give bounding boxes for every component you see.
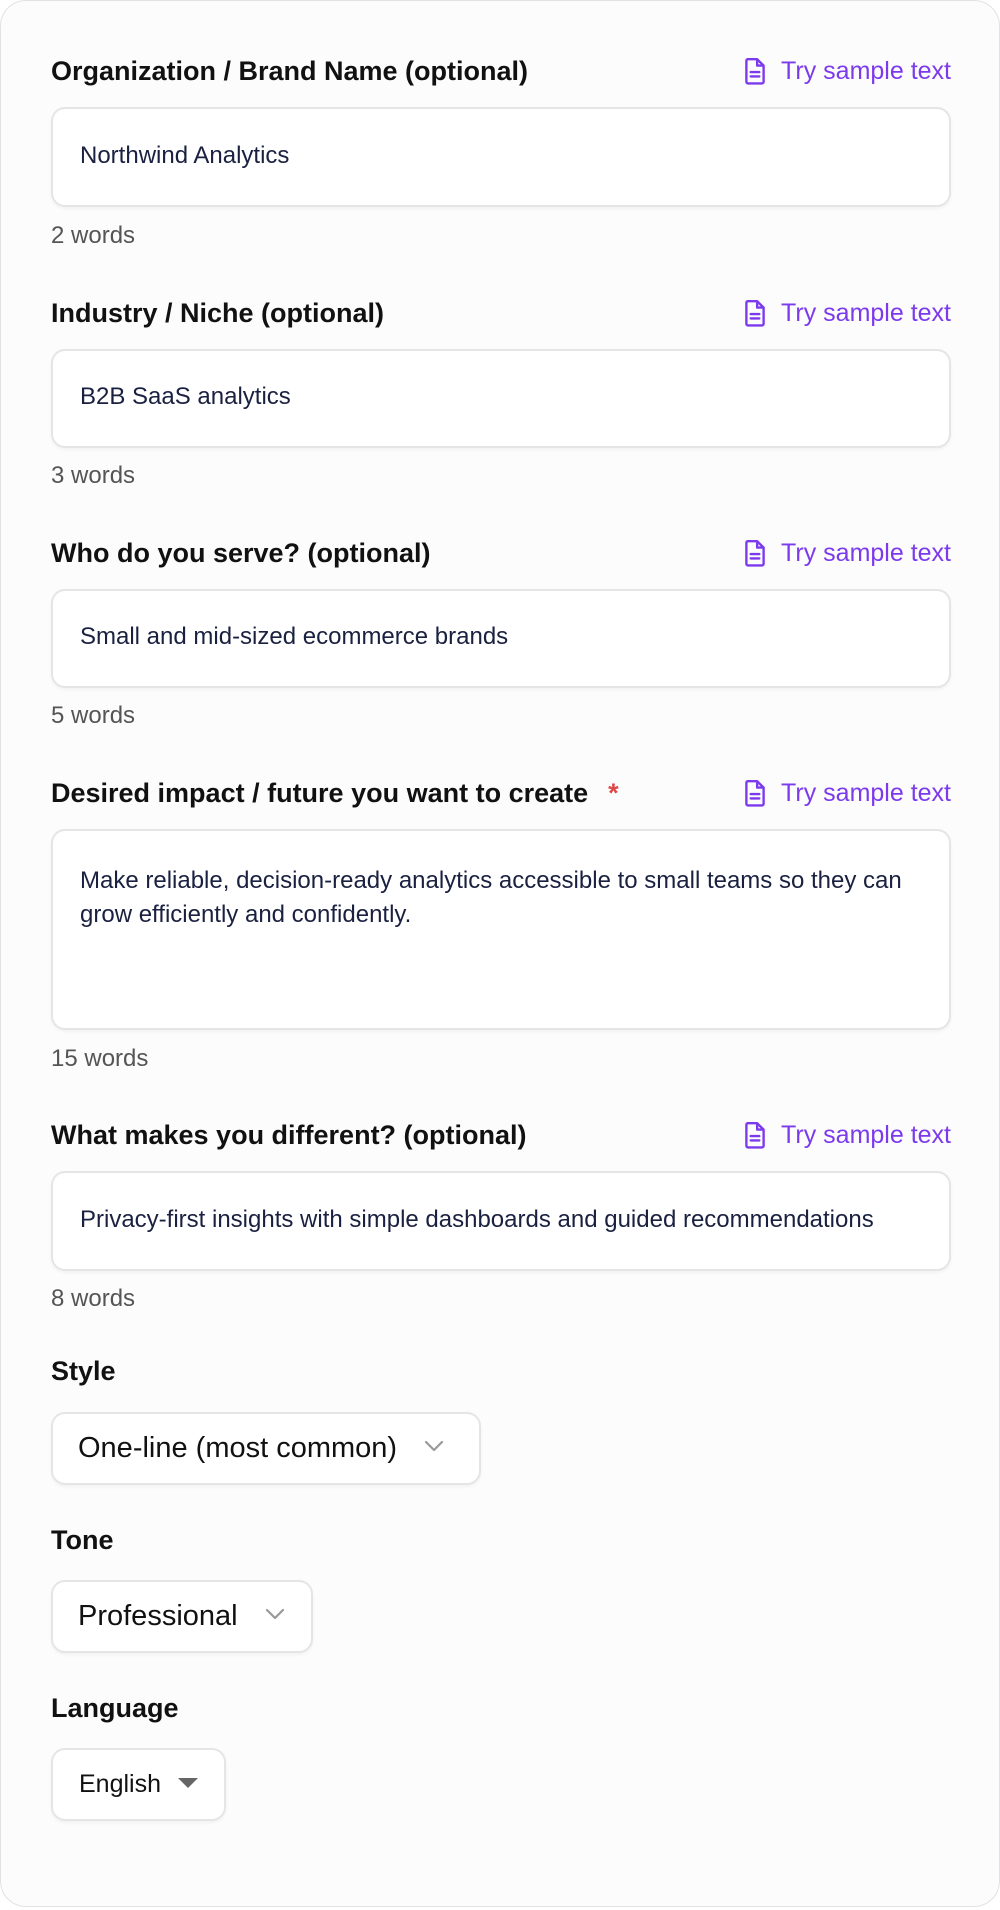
differentiator-word-count: 8 words (51, 1285, 136, 1312)
industry-value: B2B SaaS analytics (80, 383, 291, 410)
desired-impact-textarea[interactable]: Make reliable, decision-ready analytics … (51, 829, 951, 1030)
differentiator-label: What makes you different? (optional) (51, 1120, 527, 1150)
document-icon (745, 779, 765, 807)
try-sample-desired-impact-button[interactable]: Try sample text (742, 773, 951, 813)
desired-impact-word-count: 15 words (51, 1045, 149, 1072)
organization-value: Northwind Analytics (80, 142, 290, 169)
style-selected-value: One-line (most common) (78, 1432, 398, 1464)
organization-word-count: 2 words (51, 222, 136, 249)
document-icon (745, 299, 765, 327)
form-card: Organization / Brand Name (optional) Try… (0, 0, 1000, 1907)
differentiator-value: Privacy-first insights with simple dashb… (80, 1206, 874, 1233)
language-label: Language (51, 1693, 179, 1723)
tone-selected-value: Professional (78, 1600, 238, 1632)
industry-label: Industry / Niche (optional) (51, 298, 385, 328)
organization-label: Organization / Brand Name (optional) (51, 56, 529, 86)
audience-input[interactable]: Small and mid-sized ecommerce brands (51, 589, 951, 688)
language-select[interactable]: English (51, 1748, 226, 1821)
desired-impact-value: Make reliable, decision-ready analytics … (80, 867, 902, 928)
field-audience: Who do you serve? (optional) Try sample … (51, 533, 951, 729)
chevron-down-icon (264, 1607, 286, 1626)
style-label: Style (51, 1356, 116, 1386)
tone-label: Tone (51, 1525, 114, 1555)
industry-word-count: 3 words (51, 462, 136, 489)
document-icon (745, 539, 765, 567)
try-sample-industry-button[interactable]: Try sample text (742, 293, 951, 333)
desired-impact-label: Desired impact / future you want to crea… (51, 773, 619, 813)
audience-label: Who do you serve? (optional) (51, 538, 431, 568)
required-asterisk: * (608, 778, 619, 808)
field-organization: Organization / Brand Name (optional) Try… (51, 51, 951, 249)
differentiator-input[interactable]: Privacy-first insights with simple dashb… (51, 1171, 951, 1271)
language-selected-value: English (79, 1770, 161, 1798)
organization-input[interactable]: Northwind Analytics (51, 107, 951, 207)
document-icon (745, 57, 765, 85)
try-sample-organization-button[interactable]: Try sample text (742, 51, 951, 91)
try-sample-audience-button[interactable]: Try sample text (742, 533, 951, 573)
try-sample-label: Try sample text (781, 1120, 951, 1149)
tone-select[interactable]: Professional (51, 1580, 313, 1653)
field-differentiator: What makes you different? (optional) Try… (51, 1115, 951, 1312)
try-sample-label: Try sample text (781, 56, 951, 85)
try-sample-label: Try sample text (781, 778, 951, 807)
try-sample-label: Try sample text (781, 538, 951, 567)
field-desired-impact: Desired impact / future you want to crea… (51, 773, 951, 1072)
chevron-down-icon (423, 1439, 445, 1458)
try-sample-differentiator-button[interactable]: Try sample text (742, 1115, 951, 1155)
desired-impact-label-text: Desired impact / future you want to crea… (51, 778, 589, 808)
caret-down-icon (177, 1776, 199, 1794)
industry-input[interactable]: B2B SaaS analytics (51, 349, 951, 448)
style-select[interactable]: One-line (most common) (51, 1412, 481, 1485)
audience-value: Small and mid-sized ecommerce brands (80, 623, 509, 650)
audience-word-count: 5 words (51, 702, 136, 729)
field-industry: Industry / Niche (optional) Try sample t… (51, 293, 951, 489)
try-sample-label: Try sample text (781, 298, 951, 327)
document-icon (745, 1121, 765, 1149)
